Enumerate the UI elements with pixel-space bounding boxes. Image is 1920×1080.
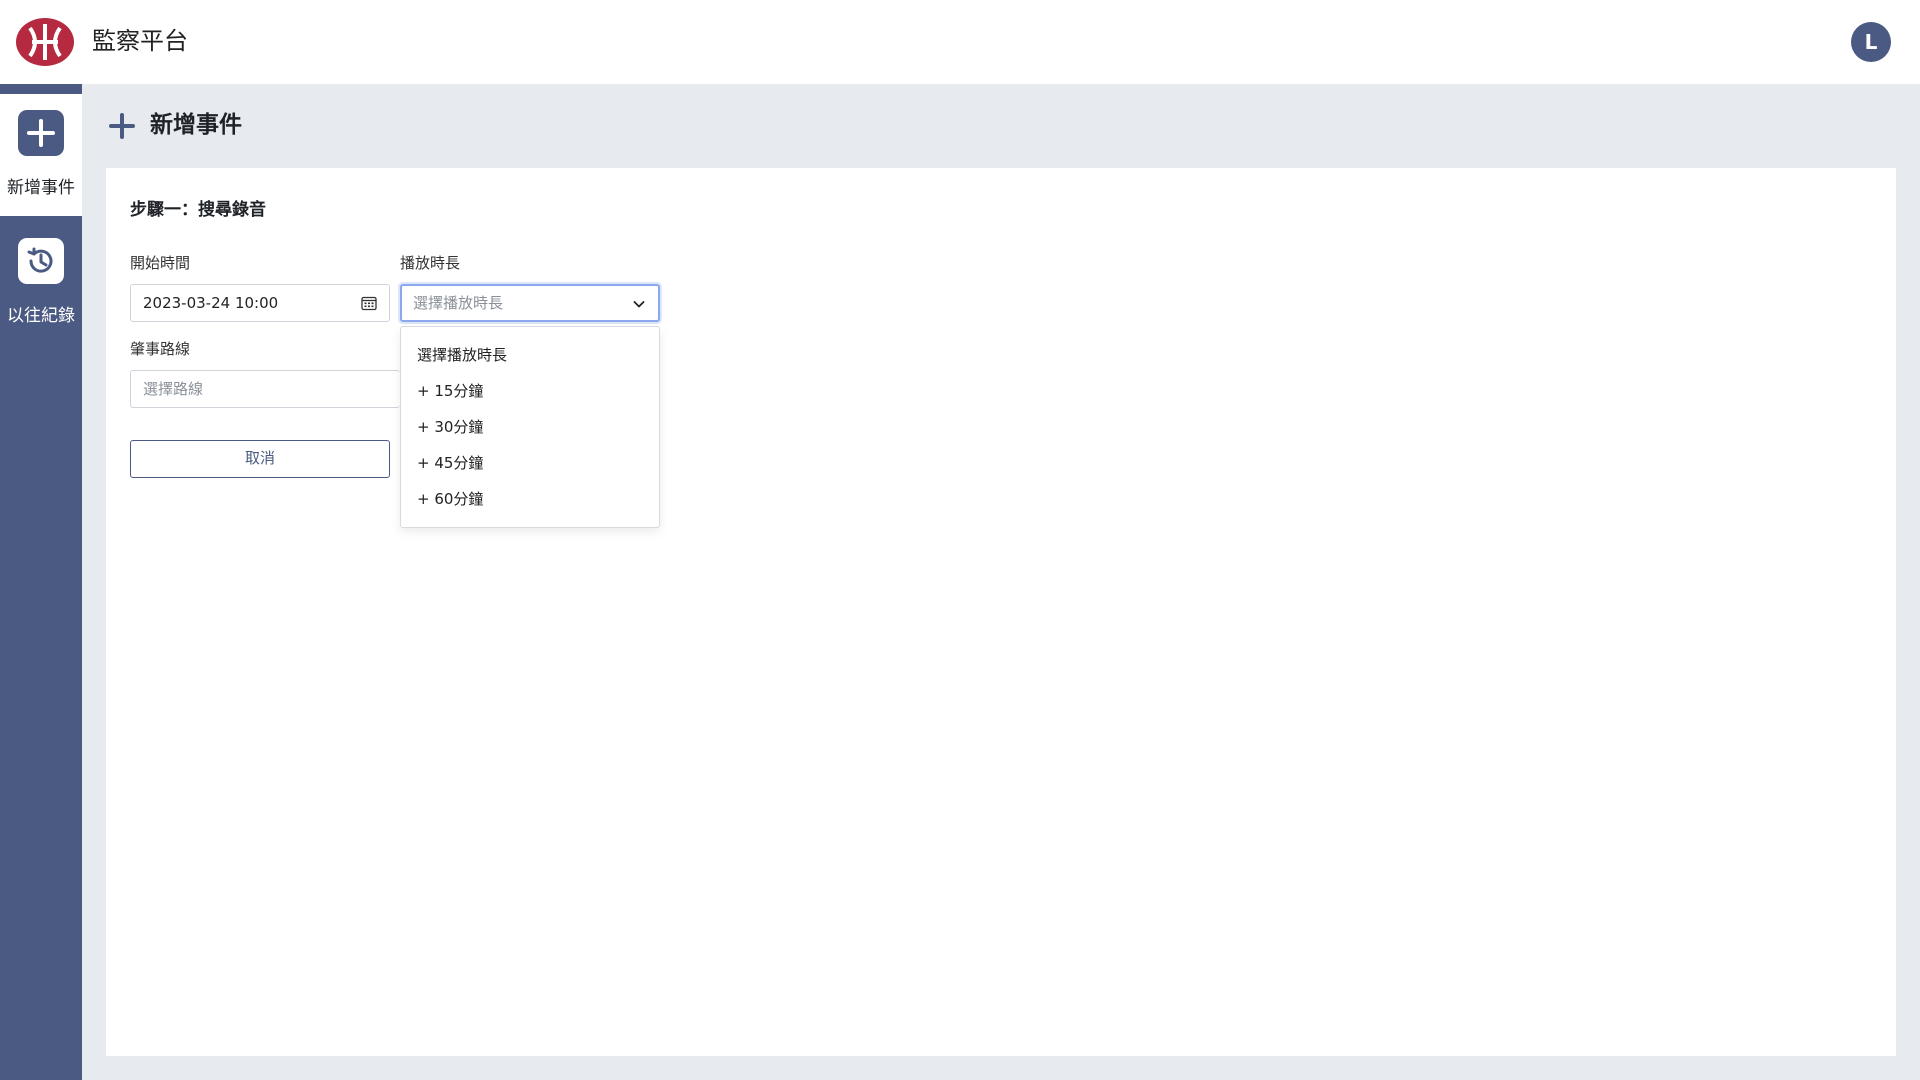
start-time-input[interactable]: 2023-03-24 10:00 bbox=[130, 284, 390, 322]
plus-icon bbox=[108, 112, 136, 140]
user-avatar[interactable]: L bbox=[1851, 22, 1891, 62]
start-time-label: 開始時間 bbox=[130, 254, 191, 272]
dropdown-option[interactable]: + 30分鐘 bbox=[401, 409, 659, 445]
cancel-button[interactable]: 取消 bbox=[130, 440, 390, 478]
form-card: 步驟一：搜尋錄音 開始時間 2023-03-24 10:00 播放時長 選擇播放… bbox=[106, 168, 1896, 1056]
step-title: 步驟一：搜尋錄音 bbox=[130, 200, 266, 220]
dropdown-option[interactable]: + 15分鐘 bbox=[401, 373, 659, 409]
calendar-icon[interactable] bbox=[361, 295, 377, 311]
app-title: 監察平台 bbox=[92, 27, 188, 55]
duration-placeholder: 選擇播放時長 bbox=[413, 294, 504, 312]
page-title: 新增事件 bbox=[150, 112, 242, 138]
duration-label: 播放時長 bbox=[400, 254, 461, 272]
top-bar: 監察平台 L bbox=[0, 0, 1920, 84]
sidebar-item-label: 新增事件 bbox=[7, 178, 75, 198]
plus-icon bbox=[18, 110, 64, 156]
history-icon bbox=[18, 238, 64, 284]
route-label: 肇事路線 bbox=[130, 340, 191, 358]
dropdown-option[interactable]: 選擇播放時長 bbox=[401, 337, 659, 373]
sidebar-item-new-event[interactable]: 新增事件 bbox=[0, 94, 82, 216]
sidebar: 新增事件 以往紀錄 bbox=[0, 84, 82, 1080]
route-placeholder: 選擇路線 bbox=[143, 380, 204, 398]
route-input[interactable]: 選擇路線 bbox=[130, 370, 400, 408]
sidebar-item-history[interactable]: 以往紀錄 bbox=[0, 222, 82, 344]
chevron-down-icon bbox=[632, 296, 646, 310]
dropdown-option[interactable]: + 60分鐘 bbox=[401, 481, 659, 517]
mtr-logo-icon bbox=[16, 18, 74, 66]
duration-select[interactable]: 選擇播放時長 bbox=[400, 284, 660, 322]
dropdown-option[interactable]: + 45分鐘 bbox=[401, 445, 659, 481]
sidebar-item-label: 以往紀錄 bbox=[7, 306, 75, 326]
start-time-value: 2023-03-24 10:00 bbox=[143, 294, 279, 312]
duration-dropdown-menu: 選擇播放時長 + 15分鐘 + 30分鐘 + 45分鐘 + 60分鐘 bbox=[400, 326, 660, 528]
